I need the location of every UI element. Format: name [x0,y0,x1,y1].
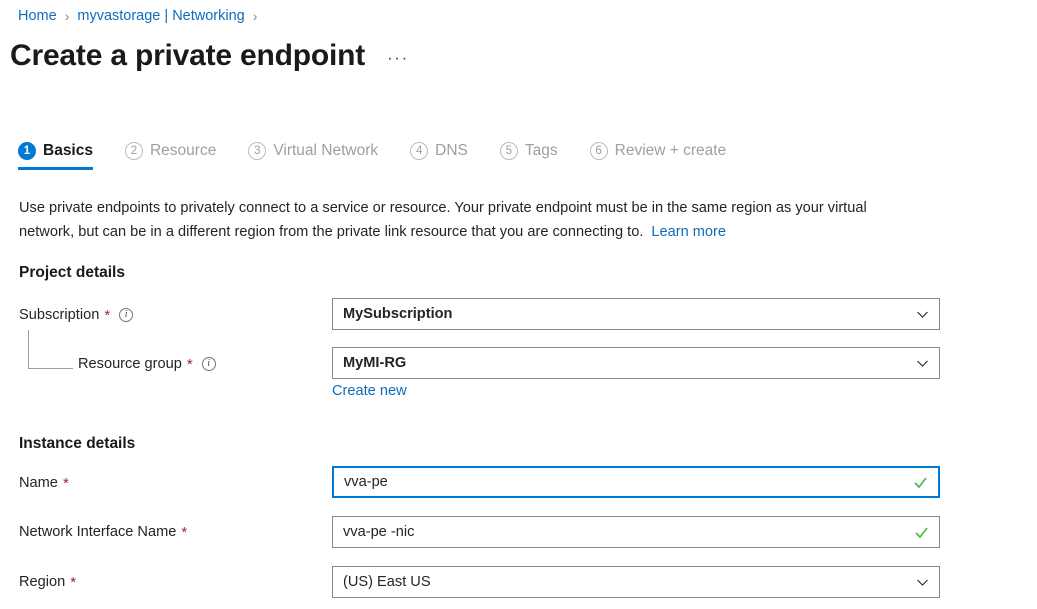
chevron-down-icon [916,576,929,589]
resource-group-dropdown[interactable]: MyMI-RG [332,347,940,379]
wizard-tabs: 1 Basics 2 Resource 3 Virtual Network 4 … [18,141,758,170]
tab-step-number: 3 [248,142,266,160]
more-options-icon[interactable]: ··· [387,50,409,68]
info-icon[interactable]: i [202,357,216,371]
section-heading-project-details: Project details [19,264,125,282]
tab-step-number: 4 [410,142,428,160]
valid-check-icon [914,525,929,540]
tab-step-number: 5 [500,142,518,160]
tab-dns[interactable]: 4 DNS [410,141,468,170]
tab-tags[interactable]: 5 Tags [500,141,558,170]
tab-step-number: 6 [590,142,608,160]
tab-label: Basics [43,141,93,161]
name-value: vva-pe [344,474,907,490]
tab-step-number: 2 [125,142,143,160]
required-asterisk: * [104,306,110,326]
network-interface-name-input[interactable]: vva-pe -nic [332,516,940,548]
region-value: (US) East US [343,574,910,590]
page-title-row: Create a private endpoint ··· [10,37,409,75]
required-asterisk: * [187,355,193,375]
label-name-text: Name [19,473,58,493]
chevron-down-icon [916,357,929,370]
create-new-resource-group-link[interactable]: Create new [332,381,407,401]
label-subscription-text: Subscription [19,305,99,325]
tab-review-create[interactable]: 6 Review + create [590,141,727,170]
tab-step-number: 1 [18,142,36,160]
resource-group-value: MyMI-RG [343,355,910,371]
label-subscription: Subscription * i [19,305,133,325]
tab-label: Review + create [615,141,727,161]
tab-label: Resource [150,141,216,161]
required-asterisk: * [70,573,76,593]
label-network-interface-name-text: Network Interface Name [19,522,176,542]
region-dropdown[interactable]: (US) East US [332,566,940,598]
subscription-value: MySubscription [343,306,910,322]
breadcrumb: Home › myvastorage | Networking › [18,6,265,26]
tab-resource[interactable]: 2 Resource [125,141,216,170]
section-heading-instance-details: Instance details [19,435,135,453]
network-interface-name-value: vva-pe -nic [343,524,908,540]
description-text: Use private endpoints to privately conne… [19,200,867,240]
breadcrumb-item-myvastorage-networking[interactable]: myvastorage | Networking [77,6,244,26]
valid-check-icon [913,475,928,490]
subscription-dropdown[interactable]: MySubscription [332,298,940,330]
tab-virtual-network[interactable]: 3 Virtual Network [248,141,378,170]
indent-connector-line [28,330,73,369]
tab-label: Virtual Network [273,141,378,161]
tab-label: Tags [525,141,558,161]
name-input[interactable]: vva-pe [332,466,940,498]
breadcrumb-item-home[interactable]: Home [18,6,57,26]
tab-label: DNS [435,141,468,161]
label-resource-group-text: Resource group [78,354,182,374]
learn-more-link[interactable]: Learn more [651,224,726,240]
page-title: Create a private endpoint [10,37,365,75]
label-network-interface-name: Network Interface Name * [19,522,187,542]
label-name: Name * [19,473,69,493]
label-region-text: Region [19,572,65,592]
breadcrumb-separator-icon: › [253,6,258,26]
chevron-down-icon [916,308,929,321]
tab-basics[interactable]: 1 Basics [18,141,93,170]
label-region: Region * [19,572,76,592]
breadcrumb-separator-icon: › [65,6,70,26]
info-icon[interactable]: i [119,308,133,322]
required-asterisk: * [181,523,187,543]
page-description: Use private endpoints to privately conne… [19,196,924,244]
required-asterisk: * [63,474,69,494]
label-resource-group: Resource group * i [78,354,216,374]
